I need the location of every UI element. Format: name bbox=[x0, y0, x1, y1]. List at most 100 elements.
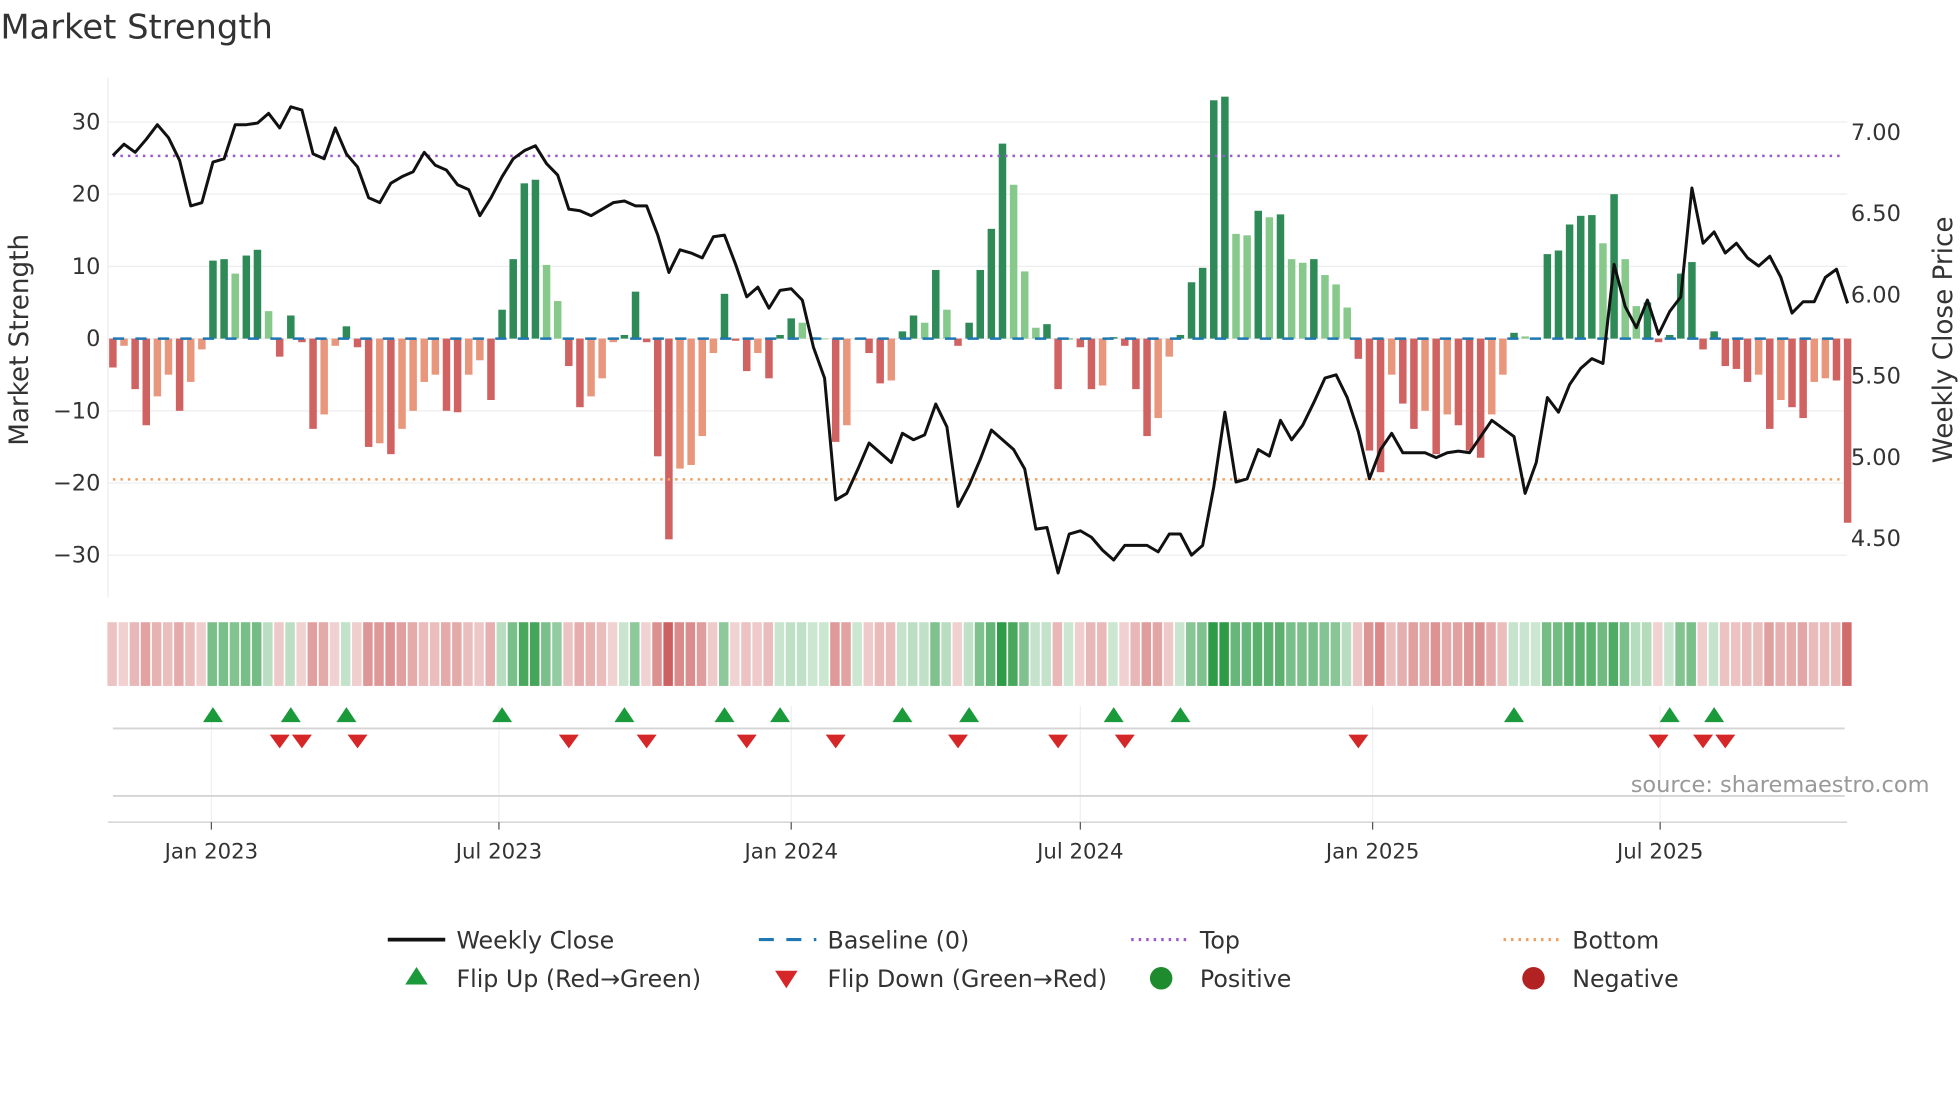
strength-bar bbox=[1243, 235, 1251, 339]
strength-bar bbox=[1043, 324, 1051, 339]
flip-down-marker bbox=[291, 734, 312, 749]
strength-bar bbox=[1465, 338, 1474, 451]
strength-bar bbox=[320, 338, 328, 415]
heat-cell bbox=[1008, 622, 1018, 686]
flip-up-marker bbox=[336, 707, 357, 723]
heat-cell bbox=[307, 622, 318, 686]
heat-cell bbox=[1108, 622, 1118, 686]
heat-cell bbox=[885, 622, 896, 686]
heat-cell bbox=[1641, 622, 1652, 686]
heat-cell bbox=[896, 622, 907, 686]
heat-cell bbox=[585, 622, 596, 686]
source-label: source: sharemaestro.com bbox=[1631, 772, 1930, 798]
strength-bar bbox=[175, 338, 184, 411]
strength-bar bbox=[476, 338, 484, 361]
heat-cell bbox=[296, 622, 306, 686]
strength-bar bbox=[420, 338, 429, 382]
strength-bar bbox=[943, 309, 951, 339]
heat-cell bbox=[1263, 622, 1274, 686]
strength-bar bbox=[1187, 282, 1196, 339]
strength-bar bbox=[1777, 338, 1785, 400]
heat-cell bbox=[1352, 622, 1363, 686]
heat-cell bbox=[1441, 622, 1452, 686]
strength-bar bbox=[576, 338, 584, 408]
strength-bar bbox=[831, 338, 840, 442]
heat-cell bbox=[229, 622, 240, 686]
strength-bar bbox=[253, 249, 262, 339]
heat-cell bbox=[663, 622, 673, 686]
heat-cell bbox=[1808, 622, 1819, 686]
heat-cell bbox=[274, 622, 284, 686]
heat-cell bbox=[118, 622, 129, 686]
x-tick-label: Jan 2024 bbox=[742, 839, 838, 864]
heat-cell bbox=[1830, 622, 1841, 686]
strength-bar bbox=[642, 338, 651, 343]
x-tick-label: Jul 2024 bbox=[1035, 839, 1123, 864]
heat-cell bbox=[1530, 622, 1541, 686]
strength-bar bbox=[698, 338, 706, 437]
heat-cell bbox=[1386, 622, 1396, 686]
legend-label: Positive bbox=[1200, 965, 1291, 993]
strength-bar bbox=[1310, 259, 1318, 339]
strength-bar bbox=[353, 338, 362, 348]
heat-cell bbox=[863, 622, 874, 686]
heat-cell bbox=[1252, 622, 1263, 686]
heat-cell bbox=[974, 622, 985, 686]
strength-bar bbox=[1754, 338, 1763, 375]
heat-cell bbox=[1597, 622, 1607, 686]
heat-cell bbox=[452, 622, 462, 686]
strength-bar bbox=[1354, 338, 1363, 359]
heat-cell bbox=[496, 622, 507, 686]
heat-cell bbox=[1486, 622, 1496, 686]
heat-cell bbox=[140, 622, 151, 686]
heat-cell bbox=[318, 622, 329, 686]
strength-bar bbox=[487, 338, 495, 400]
strength-bar bbox=[1232, 233, 1240, 339]
heat-cell bbox=[107, 622, 117, 686]
heat-cell bbox=[1708, 622, 1719, 686]
strength-bar bbox=[709, 338, 718, 354]
strength-bar bbox=[220, 259, 228, 339]
heat-cell bbox=[930, 622, 940, 686]
strength-bar bbox=[142, 338, 151, 426]
heat-cell bbox=[1552, 622, 1563, 686]
flip-up-marker bbox=[892, 707, 913, 723]
heat-cell bbox=[674, 622, 685, 686]
heat-cell bbox=[1430, 622, 1441, 686]
heat-cell bbox=[329, 622, 340, 686]
strength-bar bbox=[1488, 338, 1496, 415]
heat-cell bbox=[641, 622, 651, 686]
strength-bar bbox=[1432, 338, 1440, 455]
heat-cell bbox=[1842, 622, 1852, 686]
heat-cell bbox=[1541, 622, 1552, 686]
strength-bar bbox=[242, 255, 251, 339]
strength-bar bbox=[1054, 338, 1062, 390]
flip-up-marker bbox=[1103, 707, 1124, 723]
heat-cell bbox=[807, 622, 818, 686]
heat-cell bbox=[485, 622, 495, 686]
strength-bar bbox=[1554, 250, 1563, 339]
heat-cell bbox=[630, 622, 640, 686]
strength-bar bbox=[776, 334, 784, 339]
heat-cell bbox=[841, 622, 851, 686]
flip-down-marker bbox=[269, 734, 290, 749]
strength-bar bbox=[1387, 338, 1396, 375]
strength-bar bbox=[164, 338, 173, 375]
heat-cell bbox=[396, 622, 407, 686]
chart-title: Market Strength bbox=[0, 8, 272, 47]
heat-cell bbox=[763, 622, 773, 686]
heat-cell bbox=[1397, 622, 1407, 686]
flip-down-marker bbox=[1648, 734, 1669, 749]
heat-cell bbox=[1575, 622, 1585, 686]
strength-bar bbox=[398, 338, 406, 429]
strength-bar bbox=[909, 315, 918, 339]
strength-bar bbox=[1454, 338, 1463, 426]
y-tick-label: 0 bbox=[86, 326, 100, 352]
strength-bar bbox=[1743, 338, 1752, 382]
flip-up-marker bbox=[280, 707, 301, 723]
heat-cell bbox=[429, 622, 440, 686]
heat-cell bbox=[1653, 622, 1663, 686]
heat-cell bbox=[752, 622, 762, 686]
strength-bar bbox=[520, 183, 529, 339]
y2-tick-label: 7.00 bbox=[1851, 120, 1901, 146]
